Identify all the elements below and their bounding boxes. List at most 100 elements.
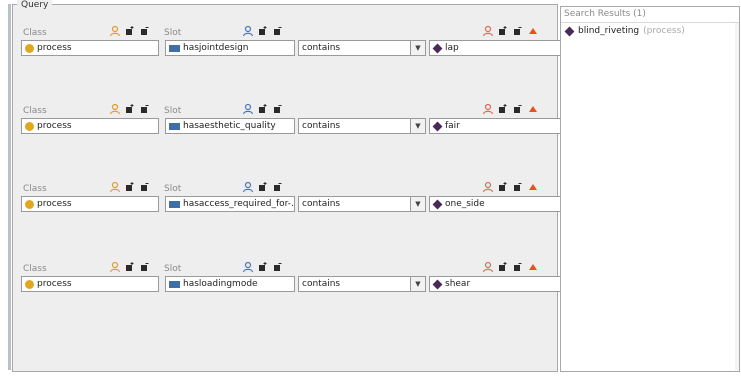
class-field[interactable]: process bbox=[21, 40, 159, 56]
remove-value-icon[interactable] bbox=[512, 261, 524, 273]
class-toolbar bbox=[109, 260, 151, 274]
class-toolbar bbox=[109, 24, 151, 38]
remove-class-icon[interactable] bbox=[139, 181, 151, 193]
results-scrollbar[interactable] bbox=[735, 23, 739, 371]
slot-field[interactable]: hasaccess_required_for-... bbox=[165, 196, 295, 212]
class-icon bbox=[25, 279, 34, 289]
remove-value-icon[interactable] bbox=[512, 103, 524, 115]
chevron-down-icon[interactable]: ▼ bbox=[410, 119, 425, 133]
select-class-icon[interactable] bbox=[109, 181, 121, 193]
add-class-icon[interactable] bbox=[124, 103, 136, 115]
select-value-icon[interactable] bbox=[482, 25, 494, 37]
value-field[interactable]: one_side bbox=[429, 196, 561, 212]
class-value: process bbox=[37, 43, 72, 53]
class-label: Class bbox=[23, 184, 47, 194]
add-slot-icon[interactable] bbox=[257, 181, 269, 193]
remove-class-icon[interactable] bbox=[139, 25, 151, 37]
query-row: Class Slot process hasloadingmode contai… bbox=[19, 258, 561, 296]
instance-icon bbox=[432, 279, 443, 289]
remove-slot-icon[interactable] bbox=[272, 103, 284, 115]
class-label: Class bbox=[23, 106, 47, 116]
slot-icon bbox=[169, 44, 180, 52]
operator-select[interactable]: contains ▼ bbox=[298, 40, 426, 56]
class-label: Class bbox=[23, 28, 47, 38]
add-class-icon[interactable] bbox=[124, 25, 136, 37]
value-field[interactable]: fair bbox=[429, 118, 561, 134]
value-field[interactable]: lap bbox=[429, 40, 561, 56]
value-text: lap bbox=[445, 43, 459, 53]
instance-icon bbox=[432, 121, 443, 131]
slot-toolbar bbox=[242, 102, 284, 116]
add-value-icon[interactable] bbox=[497, 103, 509, 115]
value-field[interactable]: shear bbox=[429, 276, 561, 292]
query-row: Class Slot process hasjointdesign contai… bbox=[19, 22, 561, 60]
slot-label: Slot bbox=[164, 184, 182, 194]
remove-row-icon[interactable] bbox=[527, 261, 539, 273]
select-slot-icon[interactable] bbox=[242, 181, 254, 193]
class-value: process bbox=[37, 279, 72, 289]
query-panel-title: Query bbox=[17, 0, 53, 10]
query-row: Class Slot process hasaesthetic_quality bbox=[19, 100, 561, 138]
select-value-icon[interactable] bbox=[482, 261, 494, 273]
operator-value: contains bbox=[302, 121, 341, 131]
add-slot-icon[interactable] bbox=[257, 25, 269, 37]
class-label: Class bbox=[23, 264, 47, 274]
remove-class-icon[interactable] bbox=[139, 261, 151, 273]
query-row: Class Slot process hasaccess_required_fo… bbox=[19, 178, 561, 216]
slot-field[interactable]: hasloadingmode bbox=[165, 276, 295, 292]
slot-icon bbox=[169, 200, 180, 208]
select-slot-icon[interactable] bbox=[242, 261, 254, 273]
select-value-icon[interactable] bbox=[482, 181, 494, 193]
add-slot-icon[interactable] bbox=[257, 261, 269, 273]
operator-select[interactable]: contains ▼ bbox=[298, 276, 426, 292]
select-slot-icon[interactable] bbox=[242, 103, 254, 115]
class-field[interactable]: process bbox=[21, 276, 159, 292]
add-slot-icon[interactable] bbox=[257, 103, 269, 115]
operator-select[interactable]: contains ▼ bbox=[298, 118, 426, 134]
slot-field[interactable]: hasjointdesign bbox=[165, 40, 295, 56]
instance-icon bbox=[432, 43, 443, 53]
add-value-icon[interactable] bbox=[497, 25, 509, 37]
remove-row-icon[interactable] bbox=[527, 103, 539, 115]
chevron-down-icon[interactable]: ▼ bbox=[410, 277, 425, 291]
query-panel: Query Class Slot process hasjointdesign bbox=[12, 0, 561, 372]
operator-value: contains bbox=[302, 199, 341, 209]
chevron-down-icon[interactable]: ▼ bbox=[410, 41, 425, 55]
class-field[interactable]: process bbox=[21, 118, 159, 134]
remove-slot-icon[interactable] bbox=[272, 261, 284, 273]
remove-slot-icon[interactable] bbox=[272, 181, 284, 193]
remove-value-icon[interactable] bbox=[512, 25, 524, 37]
add-class-icon[interactable] bbox=[124, 261, 136, 273]
select-class-icon[interactable] bbox=[109, 25, 121, 37]
slot-icon bbox=[169, 280, 180, 288]
add-value-icon[interactable] bbox=[497, 181, 509, 193]
slot-toolbar bbox=[242, 180, 284, 194]
operator-value: contains bbox=[302, 279, 341, 289]
slot-label: Slot bbox=[164, 264, 182, 274]
select-class-icon[interactable] bbox=[109, 261, 121, 273]
remove-row-icon[interactable] bbox=[527, 181, 539, 193]
remove-class-icon[interactable] bbox=[139, 103, 151, 115]
slot-field[interactable]: hasaesthetic_quality bbox=[165, 118, 295, 134]
select-class-icon[interactable] bbox=[109, 103, 121, 115]
chevron-down-icon[interactable]: ▼ bbox=[410, 197, 425, 211]
slot-label: Slot bbox=[164, 28, 182, 38]
class-value: process bbox=[37, 121, 72, 131]
value-text: shear bbox=[445, 279, 471, 289]
add-value-icon[interactable] bbox=[497, 261, 509, 273]
result-item[interactable]: blind_riveting (process) bbox=[561, 23, 739, 39]
remove-value-icon[interactable] bbox=[512, 181, 524, 193]
class-icon bbox=[25, 121, 34, 131]
add-class-icon[interactable] bbox=[124, 181, 136, 193]
slot-value: hasjointdesign bbox=[183, 43, 249, 53]
class-field[interactable]: process bbox=[21, 196, 159, 212]
remove-slot-icon[interactable] bbox=[272, 25, 284, 37]
select-value-icon[interactable] bbox=[482, 103, 494, 115]
value-toolbar bbox=[482, 180, 539, 194]
class-toolbar bbox=[109, 102, 151, 116]
select-slot-icon[interactable] bbox=[242, 25, 254, 37]
slot-value: hasaesthetic_quality bbox=[183, 121, 276, 131]
remove-row-icon[interactable] bbox=[527, 25, 539, 37]
class-value: process bbox=[37, 199, 72, 209]
operator-select[interactable]: contains ▼ bbox=[298, 196, 426, 212]
